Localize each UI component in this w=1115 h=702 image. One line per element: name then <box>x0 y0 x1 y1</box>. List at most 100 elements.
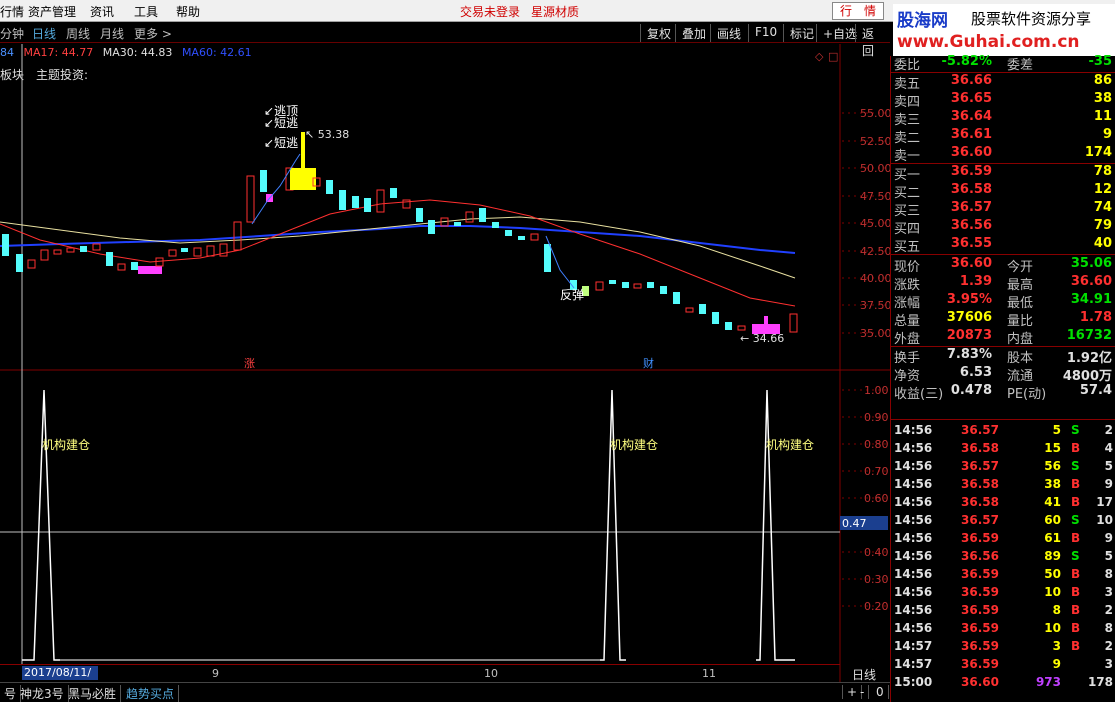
ask-price: 36.64 <box>950 109 992 124</box>
indicator-spikes <box>22 389 795 661</box>
bid-volume: 78 <box>1093 164 1112 179</box>
tick-row[interactable]: 14:56 36.59 10 B 8 <box>891 621 1115 639</box>
fund-label: PE(动) <box>1007 387 1047 402</box>
tick-row[interactable]: 14:56 36.57 5 S 2 <box>891 423 1115 441</box>
bid-row[interactable]: 买二 36.58 12 <box>891 182 1115 201</box>
tick-volume: 10 <box>1044 621 1061 635</box>
tick-row[interactable]: 14:56 36.56 89 S 5 <box>891 549 1115 567</box>
ma30-line <box>0 216 796 279</box>
bid-label: 买三 <box>894 204 921 219</box>
ask-row[interactable]: 卖五 36.66 86 <box>891 73 1115 92</box>
tick-row[interactable]: 14:56 36.57 56 S 5 <box>891 459 1115 477</box>
price-tick: 55.00 <box>860 107 892 120</box>
order-diff-label: 委差 <box>1007 58 1034 73</box>
tick-row[interactable]: 14:56 36.59 50 B 8 <box>891 567 1115 585</box>
candles <box>2 132 798 334</box>
tick-row[interactable]: 14:56 36.59 10 B 3 <box>891 585 1115 603</box>
ind-tick: 0.80 <box>864 438 889 451</box>
tick-volume: 3 <box>1052 639 1061 653</box>
price-tick: 35.00 <box>860 327 892 340</box>
stat-value: 37606 <box>946 310 992 325</box>
tick-direction: B <box>1071 585 1081 599</box>
fund-label: 股本 <box>1007 351 1034 366</box>
month-10: 10 <box>484 667 498 680</box>
ask-row[interactable]: 卖四 36.65 38 <box>891 91 1115 110</box>
indicator-tab-shenlong[interactable]: 神龙3号 <box>16 685 69 702</box>
tick-row[interactable]: 14:56 36.59 61 B 9 <box>891 531 1115 549</box>
tick-price: 36.60 <box>961 675 999 689</box>
tick-row[interactable]: 14:56 36.57 60 S 10 <box>891 513 1115 531</box>
tick-volume: 9 <box>1052 657 1061 671</box>
stat-value: 20873 <box>946 328 992 343</box>
stat-value: 1.78 <box>1079 310 1112 325</box>
ask-row[interactable]: 卖二 36.61 9 <box>891 127 1115 146</box>
bid-row[interactable]: 买五 36.55 40 <box>891 236 1115 255</box>
tick-count: 5 <box>1104 459 1113 473</box>
tick-volume: 56 <box>1044 459 1061 473</box>
tick-row[interactable]: 14:56 36.58 15 B 4 <box>891 441 1115 459</box>
price-tick: 40.00 <box>860 272 892 285</box>
tick-count: 178 <box>1087 675 1113 689</box>
bid-label: 买一 <box>894 168 921 183</box>
zoom-reset-button[interactable]: 0 <box>872 685 889 699</box>
tick-row[interactable]: 14:57 36.59 9 3 <box>891 657 1115 675</box>
diamond-icon[interactable]: ◇ <box>815 50 824 63</box>
stat-label: 总量 <box>894 314 921 329</box>
tick-price: 36.59 <box>961 567 999 581</box>
ask-volume: 38 <box>1093 91 1112 106</box>
bid-volume: 79 <box>1093 218 1112 233</box>
bid-label: 买四 <box>894 222 921 237</box>
tick-row[interactable]: 14:56 36.59 8 B 2 <box>891 603 1115 621</box>
tick-volume: 15 <box>1044 441 1061 455</box>
bid-price: 36.59 <box>950 164 992 179</box>
tick-row[interactable]: 14:56 36.58 41 B 17 <box>891 495 1115 513</box>
stat-value: 1.39 <box>959 274 992 289</box>
zoom-out-button[interactable]: - <box>856 685 870 699</box>
tick-row[interactable]: 15:00 36.60 973 178 <box>891 675 1115 693</box>
ask-label: 卖三 <box>894 113 921 128</box>
tick-time: 14:56 <box>894 549 933 563</box>
fund-value: 1.92亿 <box>1066 351 1112 366</box>
stat-label: 最高 <box>1007 278 1034 293</box>
tick-price: 36.59 <box>961 657 999 671</box>
indicator-tab-heima[interactable]: 黑马必胜 <box>64 685 122 702</box>
bid-volume: 74 <box>1093 200 1112 215</box>
tick-price: 36.58 <box>961 441 999 455</box>
short-escape-mark-2: ↙短逃 <box>264 136 299 150</box>
tick-count: 4 <box>1104 441 1113 455</box>
ask-row[interactable]: 卖一 36.60 174 <box>891 145 1115 164</box>
bid-row[interactable]: 买四 36.56 79 <box>891 218 1115 237</box>
low-marker: ← 34.66 <box>740 332 785 345</box>
tick-price: 36.58 <box>961 477 999 491</box>
ask-row[interactable]: 卖三 36.64 11 <box>891 109 1115 128</box>
fund-label: 收益(三) <box>894 387 944 402</box>
tick-price: 36.57 <box>961 423 999 437</box>
tick-time: 14:56 <box>894 513 933 527</box>
stat-row: 总量 37606 量比 1.78 <box>891 310 1115 329</box>
window-icon[interactable]: □ <box>828 50 838 63</box>
stat-row: 涨跌 1.39 最高 36.60 <box>891 274 1115 293</box>
fund-label: 流通 <box>1007 369 1034 384</box>
tick-count: 3 <box>1104 657 1113 671</box>
tick-direction: S <box>1071 513 1080 527</box>
ind-tick: 0.30 <box>864 573 889 586</box>
tick-time: 14:56 <box>894 531 933 545</box>
indicator-label-3: 机构建仓 <box>766 438 815 452</box>
bid-row[interactable]: 买三 36.57 74 <box>891 200 1115 219</box>
tick-price: 36.57 <box>961 513 999 527</box>
short-escape-label-2: 短逃 <box>274 136 299 150</box>
bid-row[interactable]: 买一 36.59 78 <box>891 164 1115 183</box>
tick-volume: 41 <box>1044 495 1061 509</box>
period-label[interactable]: 日线 <box>852 666 876 683</box>
tick-row[interactable]: 14:56 36.58 38 B 9 <box>891 477 1115 495</box>
tick-price: 36.59 <box>961 621 999 635</box>
indicator-tab-trend[interactable]: 趋势买点 <box>122 685 180 702</box>
order-ratio-label: 委比 <box>894 58 921 73</box>
tick-row[interactable]: 14:57 36.59 3 B 2 <box>891 639 1115 657</box>
ind-tick: 1.00 <box>864 384 889 397</box>
tick-time: 15:00 <box>894 675 933 689</box>
price-tick: 45.00 <box>860 217 892 230</box>
ind-tick: 0.60 <box>864 492 889 505</box>
tick-count: 3 <box>1104 585 1113 599</box>
ask-label: 卖五 <box>894 77 921 92</box>
